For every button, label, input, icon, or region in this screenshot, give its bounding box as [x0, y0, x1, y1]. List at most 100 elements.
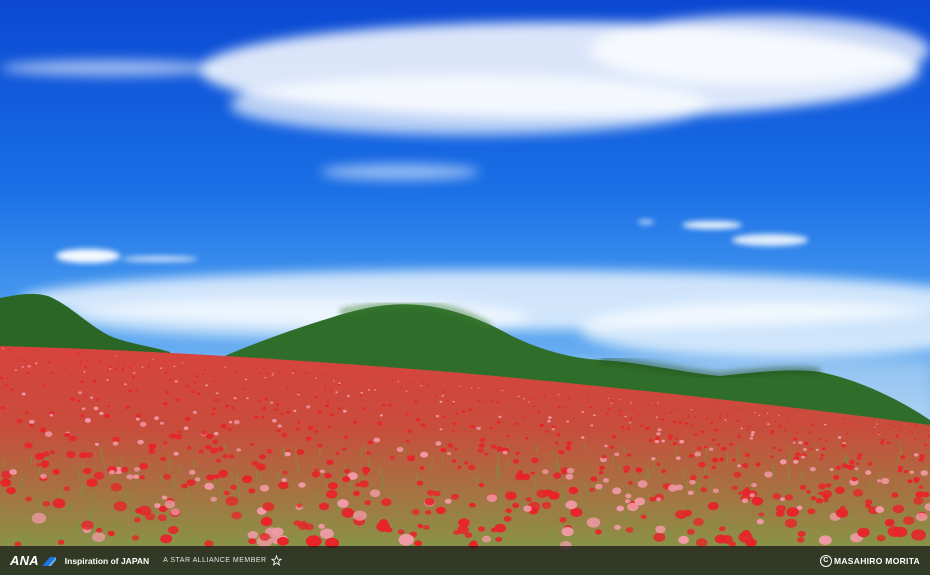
- poppy-flower: [315, 377, 318, 379]
- poppy-flower: [441, 415, 446, 418]
- poppy-flower: [435, 395, 438, 397]
- poppy-stem: [404, 443, 407, 454]
- poppy-flower: [468, 408, 472, 412]
- poppy-flower: [216, 458, 222, 463]
- poppy-flower: [147, 367, 150, 369]
- poppy-flower: [898, 428, 902, 430]
- poppy-flower: [227, 427, 232, 431]
- poppy-flower: [99, 360, 101, 363]
- poppy-flower: [248, 488, 256, 494]
- poppy-flower: [259, 454, 266, 460]
- poppy-flower: [235, 370, 238, 372]
- poppy-flower: [749, 436, 754, 440]
- poppy-flower: [160, 534, 173, 544]
- poppy-flower: [610, 445, 614, 449]
- poppy-flower: [913, 453, 919, 457]
- poppy-flower: [612, 487, 622, 495]
- poppy-flower: [364, 500, 372, 506]
- poppy-flower: [441, 394, 445, 397]
- poppy-flower: [640, 424, 644, 427]
- poppy-flower: [503, 515, 512, 522]
- poppy-flower: [324, 385, 327, 388]
- poppy-flower: [774, 420, 777, 423]
- poppy-flower: [34, 349, 36, 351]
- poppy-flower: [173, 451, 179, 456]
- poppy-flower: [655, 436, 660, 441]
- poppy-flower: [141, 366, 144, 368]
- poppy-flower: [876, 534, 886, 542]
- poppy-flower: [886, 441, 890, 445]
- poppy-flower: [770, 430, 774, 433]
- poppy-flower: [778, 426, 781, 429]
- star-alliance-icon: [270, 555, 282, 566]
- poppy-flower: [565, 445, 572, 451]
- poppy-flower: [829, 468, 834, 472]
- poppy-flower: [589, 406, 592, 409]
- poppy-flower: [897, 422, 899, 424]
- poppy-flower: [731, 485, 738, 491]
- poppy-flower: [397, 529, 405, 535]
- poppy-flower: [367, 389, 370, 391]
- poppy-flower: [633, 408, 636, 411]
- poppy-flower: [637, 400, 640, 403]
- poppy-flower: [305, 436, 312, 441]
- poppy-flower: [6, 487, 16, 495]
- poppy-flower: [598, 470, 604, 475]
- poppy-flower: [507, 494, 514, 499]
- poppy-flower: [84, 418, 91, 423]
- poppy-flower: [341, 508, 355, 518]
- poppy-flower: [721, 535, 733, 544]
- poppy-flower: [737, 464, 741, 468]
- poppy-flower: [281, 433, 288, 438]
- poppy-flower: [817, 483, 827, 490]
- poppy-stem: [215, 501, 218, 513]
- poppy-flower: [366, 451, 371, 455]
- poppy-flower: [711, 407, 714, 409]
- poppy-flower: [595, 483, 603, 490]
- poppy-flower: [784, 494, 794, 501]
- poppy-flower: [137, 439, 144, 445]
- poppy-flower: [369, 489, 381, 498]
- poppy-flower: [557, 406, 561, 408]
- poppy-flower: [764, 471, 773, 478]
- poppy-flower: [440, 447, 447, 453]
- poppy-flower: [835, 486, 845, 494]
- poppy-flower: [714, 428, 718, 432]
- poppy-flower: [36, 463, 41, 467]
- poppy-flower: [626, 427, 631, 430]
- poppy-flower: [120, 466, 129, 473]
- poppy-flower: [133, 474, 140, 479]
- wallpaper-photo: ANA Inspiration of JAPAN A STAR ALLIANCE…: [0, 0, 930, 575]
- poppy-flower: [455, 412, 459, 415]
- poppy-flower: [557, 394, 560, 396]
- poppy-flower: [121, 370, 124, 372]
- poppy-flower: [40, 460, 50, 468]
- poppy-flower: [918, 457, 924, 462]
- poppy-flower: [657, 428, 662, 432]
- poppy-flower: [137, 505, 152, 516]
- poppy-flower: [718, 526, 726, 532]
- poppy-flower: [96, 354, 98, 356]
- poppy-flower: [427, 384, 429, 386]
- poppy-flower: [204, 444, 212, 450]
- poppy-flower: [637, 414, 640, 416]
- poppy-flower: [28, 419, 35, 424]
- poppy-flower: [79, 363, 82, 365]
- poppy-flower: [894, 425, 896, 427]
- poppy-flower: [277, 424, 282, 428]
- poppy-flower: [913, 496, 924, 505]
- poppy-flower: [113, 501, 127, 512]
- poppy-flower: [70, 354, 72, 356]
- poppy-flower: [802, 448, 807, 451]
- poppy-flower: [515, 422, 519, 426]
- poppy-flower: [625, 493, 632, 499]
- poppy-flower: [754, 411, 756, 413]
- poppy-flower: [629, 417, 633, 420]
- poppy-flower: [51, 371, 55, 374]
- poppy-flower: [212, 439, 219, 445]
- poppy-flower: [337, 499, 349, 508]
- poppy-flower: [230, 484, 237, 490]
- poppy-flower: [367, 440, 373, 445]
- poppy-flower: [27, 365, 31, 368]
- poppy-flower: [539, 392, 541, 394]
